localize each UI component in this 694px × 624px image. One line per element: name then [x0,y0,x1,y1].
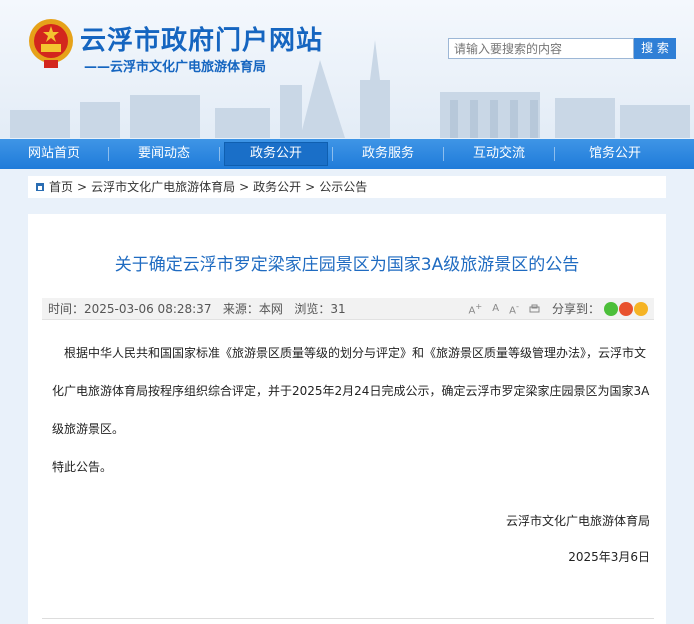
nav-item-home[interactable]: 网站首页 [0,139,108,169]
breadcrumb-bureau[interactable]: 云浮市文化广电旅游体育局 [91,180,235,194]
breadcrumb-separator: > [239,180,250,194]
home-icon [36,183,44,191]
search-input[interactable] [448,38,634,59]
qzone-icon[interactable] [634,302,648,316]
site-title: 云浮市政府门户网站 [80,26,324,56]
article-source: 来源：本网 [222,302,283,316]
site-header: 云浮市政府门户网站 ——云浮市文化广电旅游体育局 搜 索 [0,0,694,138]
view-count: 浏览：31 [294,302,346,316]
breadcrumb-notices[interactable]: 公示公告 [319,180,367,194]
national-emblem-icon [29,19,73,68]
article-panel: 关于确定云浮市罗定梁家庄园景区为国家3A级旅游景区的公告 时间：2025-03-… [28,214,666,624]
main-nav: 网站首页 要闻动态 政务公开 政务服务 互动交流 馆务公开 [0,139,694,169]
article-title: 关于确定云浮市罗定梁家庄园景区为国家3A级旅游景区的公告 [114,255,580,275]
breadcrumb-separator: > [77,180,88,194]
breadcrumb-gov-affairs[interactable]: 政务公开 [253,180,301,194]
breadcrumb-home[interactable]: 首页 [49,180,73,194]
nav-item-news[interactable]: 要闻动态 [109,139,219,169]
breadcrumb: 首页 > 云浮市文化广电旅游体育局 > 政务公开 > 公示公告 [28,176,666,198]
site-subtitle: ——云浮市文化广电旅游体育局 [84,60,267,75]
article-tools: A+ A A- 分享到： [458,298,648,320]
nav-item-interaction[interactable]: 互动交流 [444,139,554,169]
font-larger-icon[interactable]: A+ [468,295,482,322]
font-smaller-icon[interactable]: A- [509,295,519,322]
article-date: 2025年3月6日 [568,550,650,564]
publish-time: 时间：2025-03-06 08:28:37 [48,302,212,316]
breadcrumb-separator: > [305,180,316,194]
article-meta-bar: 时间：2025-03-06 08:28:37 来源：本网 浏览：31 A+ A … [42,298,654,320]
nav-item-gov-affairs[interactable]: 政务公开 [220,139,332,169]
article-body: 根据中华人民共和国国家标准《旅游景区质量等级的划分与评定》和《旅游景区质量等级管… [52,334,652,486]
article-paragraph: 特此公告。 [52,460,113,474]
nav-item-museum[interactable]: 馆务公开 [555,139,675,169]
wechat-icon[interactable] [604,302,618,316]
print-icon[interactable] [529,304,540,315]
share-label: 分享到： [551,302,600,316]
nav-item-gov-services[interactable]: 政务服务 [333,139,443,169]
article-signature: 云浮市文化广电旅游体育局 [505,514,650,528]
weibo-icon[interactable] [619,302,633,316]
article-paragraph: 根据中华人民共和国国家标准《旅游景区质量等级的划分与评定》和《旅游景区质量等级管… [52,346,650,436]
search-button[interactable]: 搜 索 [634,38,676,59]
article-divider [42,618,654,619]
font-normal-icon[interactable]: A [492,298,499,320]
